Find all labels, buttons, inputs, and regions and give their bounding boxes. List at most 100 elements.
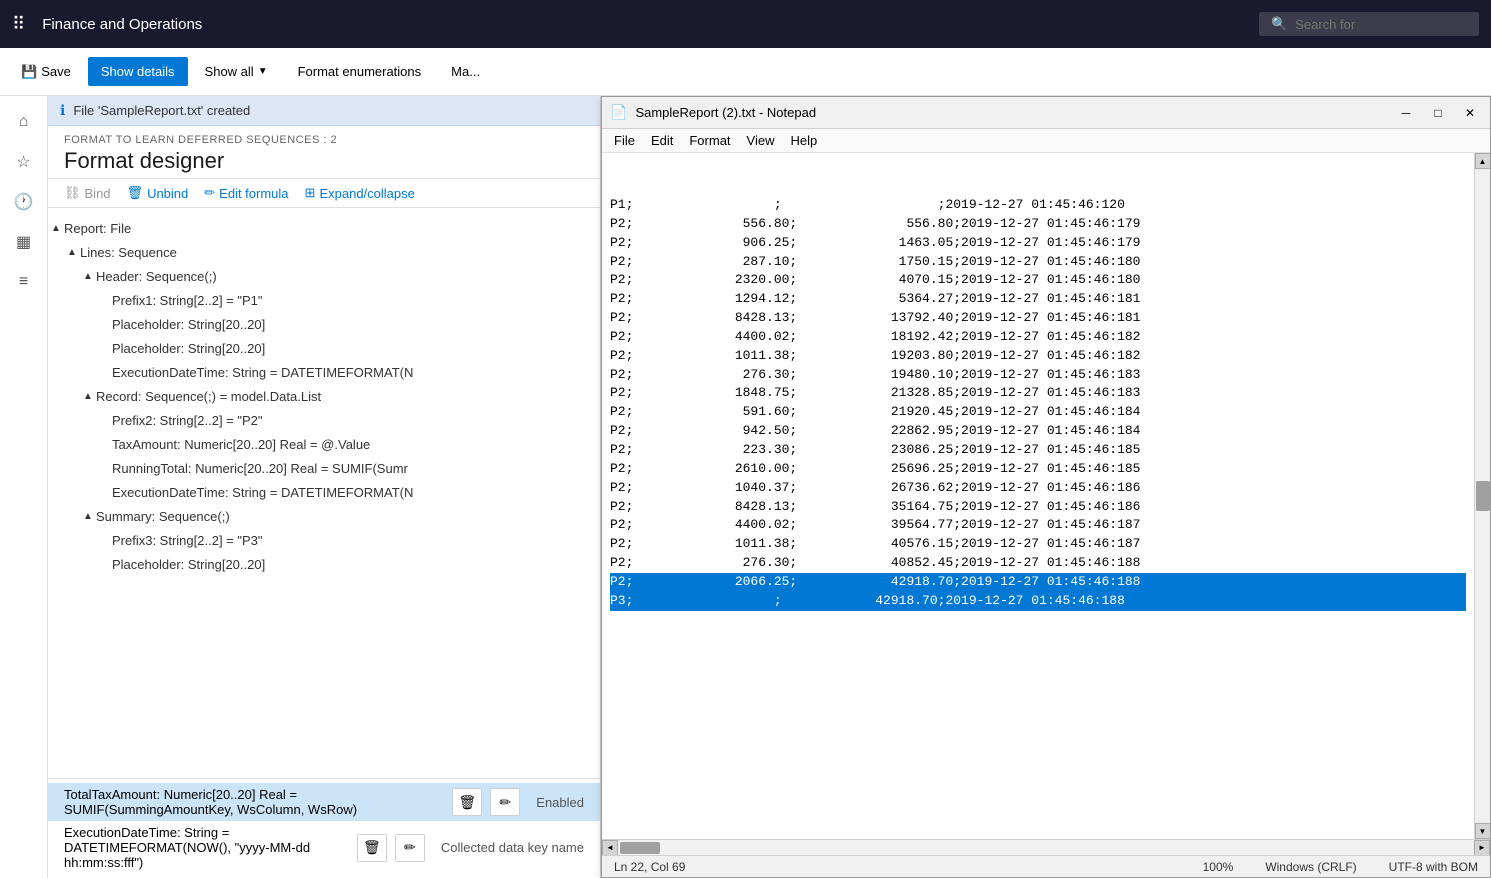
sidebar-icon-star[interactable]: ☆ — [6, 144, 42, 180]
prop-text: TotalTaxAmount: Numeric[20..20] Real = S… — [64, 787, 452, 817]
tree-item[interactable]: Prefix3: String[2..2] = "P3" — [48, 528, 600, 552]
notepad-close-button[interactable]: ✕ — [1458, 103, 1482, 123]
scroll-right-button[interactable]: ► — [1474, 840, 1490, 856]
notepad-menu-item-file[interactable]: File — [606, 131, 643, 150]
show-all-button[interactable]: Show all ▼ — [192, 57, 281, 86]
tree-item-text: Placeholder: String[20..20] — [112, 557, 592, 572]
prop-text: ExecutionDateTime: String = DATETIMEFORM… — [64, 825, 357, 870]
unbind-icon: 🗑 — [127, 185, 144, 201]
top-nav: ⠿ Finance and Operations 🔍 — [0, 0, 1491, 48]
tree-item[interactable]: ▲ Lines: Sequence — [48, 240, 600, 264]
notepad-line: P2; 1294.12; 5364.27;2019-12-27 01:45:46… — [610, 290, 1466, 309]
app-title: Finance and Operations — [42, 16, 1243, 33]
tree-item-text: ExecutionDateTime: String = DATETIMEFORM… — [112, 365, 592, 380]
notepad-line: P2; 1040.37; 26736.62;2019-12-27 01:45:4… — [610, 479, 1466, 498]
tree-item[interactable]: Prefix1: String[2..2] = "P1" — [48, 288, 600, 312]
notepad-statusbar-right: 100% Windows (CRLF) UTF-8 with BOM — [1203, 860, 1478, 874]
notepad-line: P2; 2610.00; 25696.25;2019-12-27 01:45:4… — [610, 460, 1466, 479]
tree-item-text: Prefix3: String[2..2] = "P3" — [112, 533, 592, 548]
notepad-menu-item-edit[interactable]: Edit — [643, 131, 681, 150]
notepad-line: P2; 1011.38; 40576.15;2019-12-27 01:45:4… — [610, 535, 1466, 554]
search-input[interactable] — [1295, 17, 1455, 32]
edit-formula-action[interactable]: ✏ Edit formula — [204, 185, 288, 201]
sidebar-icon-list[interactable]: ≡ — [6, 264, 42, 300]
notepad-titlebar: 📄 SampleReport (2).txt - Notepad ─ □ ✕ — [602, 97, 1490, 129]
prop-delete-button[interactable]: 🗑 — [452, 788, 482, 816]
tree-item[interactable]: TaxAmount: Numeric[20..20] Real = @.Valu… — [48, 432, 600, 456]
format-enumerations-button[interactable]: Format enumerations — [285, 57, 435, 86]
notepad-line: P2; 1011.38; 19203.80;2019-12-27 01:45:4… — [610, 347, 1466, 366]
waffle-icon[interactable]: ⠿ — [12, 14, 26, 35]
scroll-thumb-x[interactable] — [620, 842, 660, 854]
tree-item[interactable]: ExecutionDateTime: String = DATETIMEFORM… — [48, 360, 600, 384]
tree-arrow: ▲ — [64, 247, 80, 258]
sidebar-icon-recent[interactable]: 🕐 — [6, 184, 42, 220]
expand-collapse-action[interactable]: ⊞ Expand/collapse — [305, 185, 415, 201]
bind-action[interactable]: ⛓ Bind — [64, 185, 111, 201]
tree-item[interactable]: ▲ Report: File — [48, 216, 600, 240]
notepad-app-icon: 📄 — [610, 104, 627, 121]
notepad-zoom: 100% — [1203, 860, 1234, 874]
notepad-line: P2; 2320.00; 4070.15;2019-12-27 01:45:46… — [610, 271, 1466, 290]
scroll-up-button[interactable]: ▲ — [1475, 153, 1491, 169]
unbind-action[interactable]: 🗑 Unbind — [127, 185, 189, 201]
scroll-left-button[interactable]: ◄ — [602, 840, 618, 856]
scroll-thumb-y[interactable] — [1476, 481, 1490, 511]
sidebar-icon-home[interactable]: ⌂ — [6, 104, 42, 140]
save-button[interactable]: 💾 Save — [8, 57, 84, 87]
scroll-down-button[interactable]: ▼ — [1475, 823, 1491, 839]
tree-item[interactable]: Placeholder: String[20..20] — [48, 336, 600, 360]
save-label: Save — [41, 64, 71, 79]
show-details-label: Show details — [101, 64, 175, 79]
notepad-minimize-button[interactable]: ─ — [1394, 103, 1418, 123]
notepad-window: 📄 SampleReport (2).txt - Notepad ─ □ ✕ F… — [601, 96, 1491, 878]
left-panel: ℹ File 'SampleReport.txt' created FORMAT… — [48, 96, 601, 878]
tree-item[interactable]: ▲ Header: Sequence(;) — [48, 264, 600, 288]
unbind-label: Unbind — [147, 186, 188, 201]
tree-item-text: Lines: Sequence — [80, 245, 592, 260]
action-bar: ⛓ Bind 🗑 Unbind ✏ Edit formula ⊞ Expand/… — [48, 179, 600, 208]
notepad-scrollbar-y[interactable]: ▲ ▼ — [1474, 153, 1490, 839]
notepad-menu-item-format[interactable]: Format — [681, 131, 738, 150]
panel-subtitle: FORMAT TO LEARN DEFERRED SEQUENCES : 2 — [64, 134, 584, 146]
tree-item[interactable]: Placeholder: String[20..20] — [48, 312, 600, 336]
tree-item[interactable]: ▲ Summary: Sequence(;) — [48, 504, 600, 528]
tree-item[interactable]: ▲ Record: Sequence(;) = model.Data.List — [48, 384, 600, 408]
notepad-menu-item-view[interactable]: View — [739, 131, 783, 150]
tree-item-text: Report: File — [64, 221, 592, 236]
map-button[interactable]: Ma... — [438, 57, 493, 86]
tree-item-text: Prefix1: String[2..2] = "P1" — [112, 293, 592, 308]
prop-row[interactable]: ExecutionDateTime: String = DATETIMEFORM… — [48, 821, 600, 874]
sidebar-icons: ⌂ ☆ 🕐 ▦ ≡ — [0, 96, 48, 878]
prop-edit-button[interactable]: ✏ — [490, 788, 520, 816]
tree-item[interactable]: ExecutionDateTime: String = DATETIMEFORM… — [48, 480, 600, 504]
show-details-button[interactable]: Show details — [88, 57, 188, 86]
tree-item[interactable]: Placeholder: String[20..20] — [48, 552, 600, 576]
prop-delete-button[interactable]: 🗑 — [357, 834, 387, 862]
search-box-container: 🔍 — [1259, 12, 1479, 36]
tree-item-text: Header: Sequence(;) — [96, 269, 592, 284]
notepad-maximize-button[interactable]: □ — [1426, 103, 1450, 123]
tree-arrow: ▲ — [80, 511, 96, 522]
notepad-position: Ln 22, Col 69 — [614, 860, 685, 874]
prop-actions: 🗑 ✏ Enabled — [452, 788, 584, 816]
tree-item[interactable]: Prefix2: String[2..2] = "P2" — [48, 408, 600, 432]
notepad-line: P2; 4400.02; 39564.77;2019-12-27 01:45:4… — [610, 516, 1466, 535]
sidebar-icon-grid[interactable]: ▦ — [6, 224, 42, 260]
prop-label: Enabled — [536, 795, 584, 810]
notepad-content: P1; ; ;2019-12-27 01:45:46:120P2; 556.80… — [602, 153, 1490, 839]
tree-item-text: Placeholder: String[20..20] — [112, 317, 592, 332]
tree-item-text: RunningTotal: Numeric[20..20] Real = SUM… — [112, 461, 592, 476]
tree-item[interactable]: RunningTotal: Numeric[20..20] Real = SUM… — [48, 456, 600, 480]
toolbar: 💾 Save Show details Show all ▼ Format en… — [0, 48, 1491, 96]
notepad-menu-item-help[interactable]: Help — [782, 131, 825, 150]
tree-container[interactable]: ▲ Report: File ▲ Lines: Sequence ▲ Heade… — [48, 208, 600, 778]
prop-edit-button[interactable]: ✏ — [395, 834, 425, 862]
panel-title: Format designer — [64, 148, 584, 174]
expand-collapse-label: Expand/collapse — [319, 186, 414, 201]
notepad-line: P2; 556.80; 556.80;2019-12-27 01:45:46:1… — [610, 215, 1466, 234]
tree-item-text: ExecutionDateTime: String = DATETIMEFORM… — [112, 485, 592, 500]
prop-row[interactable]: TotalTaxAmount: Numeric[20..20] Real = S… — [48, 783, 600, 821]
map-label: Ma... — [451, 64, 480, 79]
notepad-scrollbar-x[interactable]: ◄ ► — [602, 839, 1490, 855]
